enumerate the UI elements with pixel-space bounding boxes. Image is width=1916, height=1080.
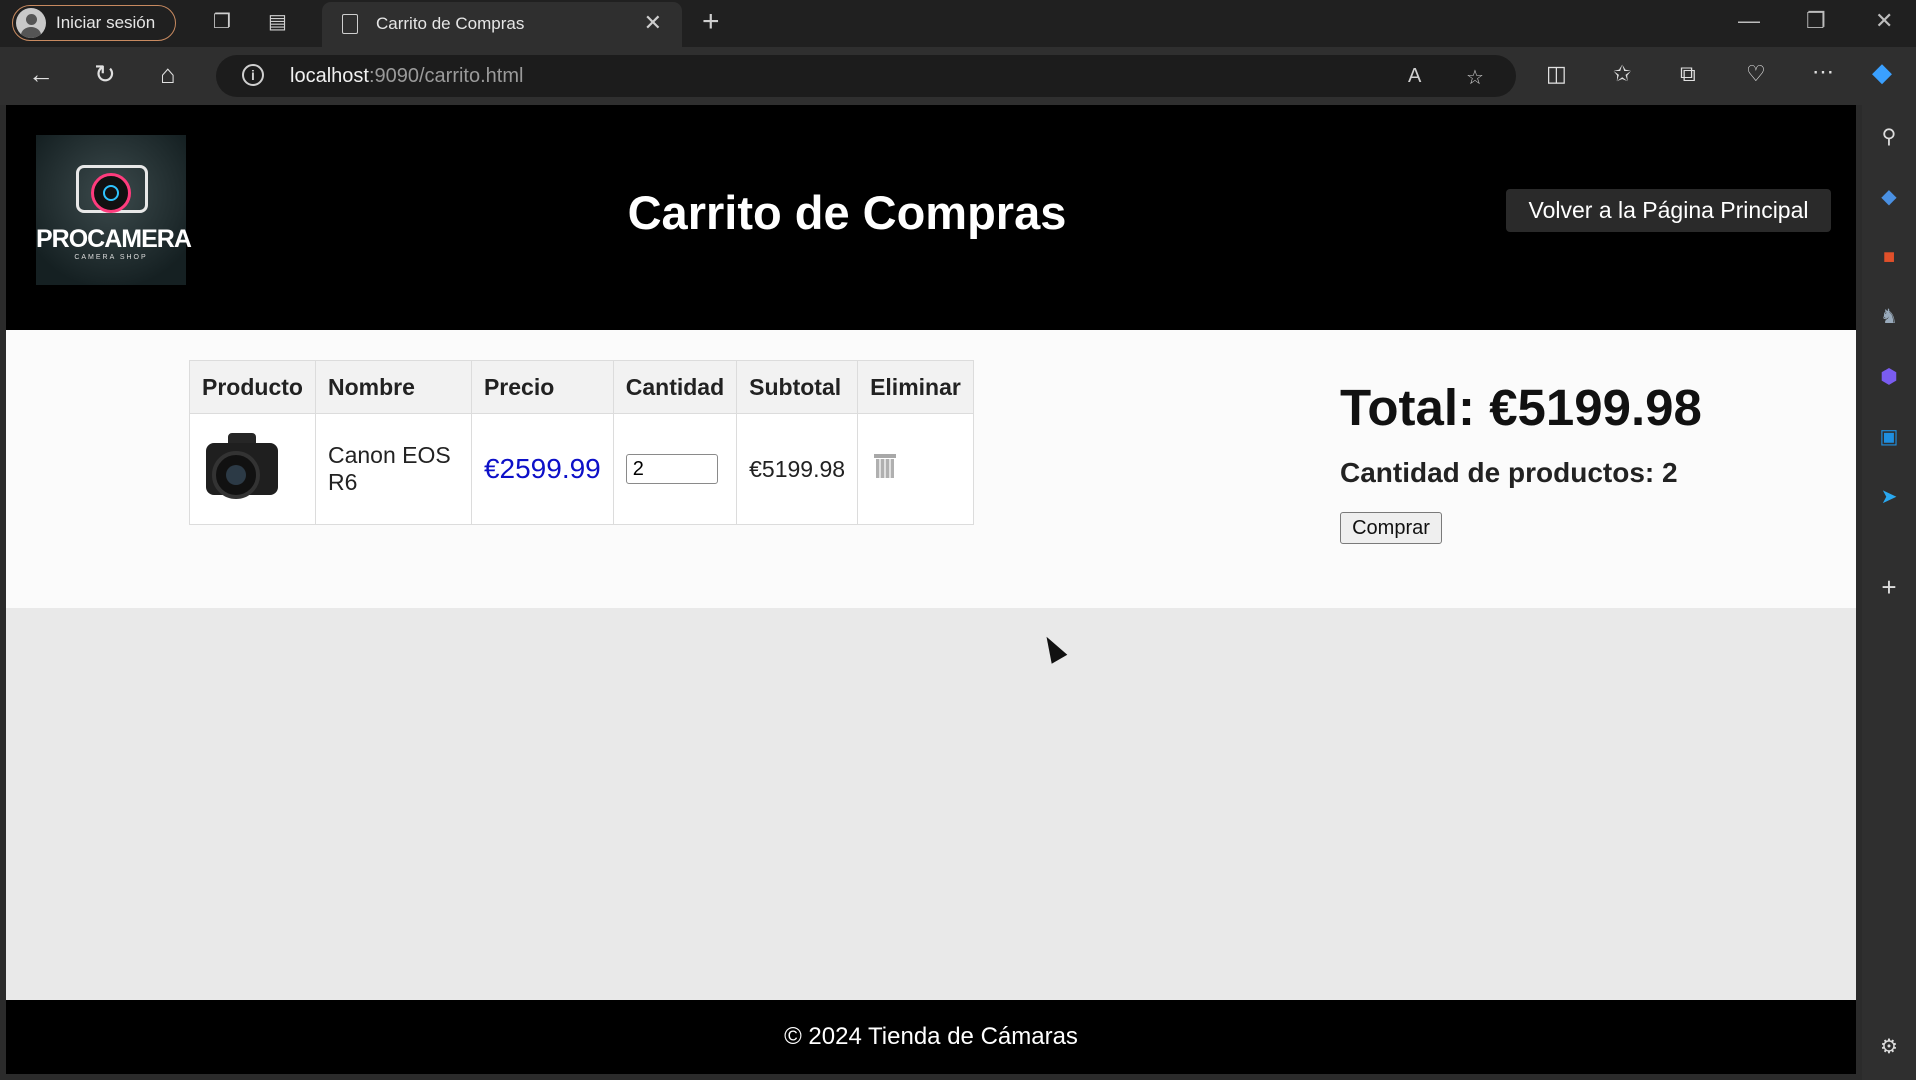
address-bar[interactable]: i localhost:9090/carrito.html A ☆	[216, 55, 1516, 97]
cart-table: Producto Nombre Precio Cantidad Subtotal…	[189, 360, 974, 525]
browser-tab[interactable]: Carrito de Compras ✕	[322, 2, 682, 47]
home-icon[interactable]: ⌂	[160, 59, 176, 90]
column-header-subtotal: Subtotal	[736, 360, 859, 414]
product-count: Cantidad de productos: 2	[1340, 457, 1678, 488]
games-icon[interactable]: ♞	[1877, 305, 1901, 329]
more-menu-icon[interactable]: ⋯	[1812, 59, 1834, 85]
search-icon[interactable]: ⚲	[1877, 125, 1901, 149]
cart-total: Total: €5199.98	[1340, 379, 1702, 436]
outlook-icon[interactable]: ▣	[1877, 425, 1901, 449]
table-row: Canon EOS R6 €2599.99 €5199.98	[189, 413, 974, 525]
delete-cell	[857, 413, 974, 525]
avatar-icon	[16, 8, 46, 38]
camera-product-image	[202, 429, 282, 509]
shopping-tag-icon[interactable]: ◆	[1877, 185, 1901, 209]
window-close-icon[interactable]: ✕	[1875, 8, 1893, 34]
url-text: localhost:9090/carrito.html	[290, 65, 524, 87]
profile-label: Iniciar sesión	[56, 13, 156, 32]
browser-toolbar: ← ↻ ⌂ i localhost:9090/carrito.html A ☆ …	[0, 47, 1916, 105]
site-header: PROCAMERA CAMERA SHOP Carrito de Compras…	[6, 105, 1856, 330]
product-image-cell	[189, 413, 316, 525]
cart-section: Producto Nombre Precio Cantidad Subtotal…	[6, 330, 1856, 608]
column-header-cantidad: Cantidad	[612, 360, 738, 414]
send-icon[interactable]: ➤	[1877, 485, 1901, 509]
back-icon[interactable]: ←	[28, 59, 54, 90]
browser-essentials-icon[interactable]: ♡	[1746, 61, 1766, 87]
favorites-icon[interactable]: ✩	[1613, 61, 1631, 87]
favorite-star-icon[interactable]: ☆	[1466, 65, 1484, 90]
trash-icon[interactable]	[874, 454, 897, 478]
logo-sub-text: CAMERA SHOP	[74, 254, 148, 261]
profile-button[interactable]: Iniciar sesión	[12, 5, 176, 41]
product-price: €2599.99	[470, 413, 614, 525]
split-screen-icon[interactable]: ◫	[1546, 61, 1567, 87]
site-info-icon[interactable]: i	[242, 64, 264, 86]
column-header-eliminar: Eliminar	[857, 360, 974, 414]
tools-icon[interactable]: ■	[1877, 245, 1901, 269]
browser-sidebar: ⚲ ◆ ■ ♞ ⬢ ▣ ➤ + ⚙	[1862, 105, 1916, 1080]
settings-gear-icon[interactable]: ⚙	[1877, 1035, 1901, 1059]
table-header-row: Producto Nombre Precio Cantidad Subtotal…	[189, 360, 974, 414]
page-viewport: PROCAMERA CAMERA SHOP Carrito de Compras…	[6, 105, 1856, 1074]
tab-title: Carrito de Compras	[376, 14, 525, 33]
workspaces-icon[interactable]: ❐	[213, 9, 231, 34]
product-subtotal: €5199.98	[736, 413, 859, 525]
page-icon	[342, 14, 358, 34]
quantity-input[interactable]	[625, 454, 718, 485]
restore-icon[interactable]: ❐	[1806, 8, 1826, 34]
copilot-icon[interactable]: ◆	[1872, 57, 1892, 88]
product-name: Canon EOS R6	[314, 413, 472, 525]
refresh-icon[interactable]: ↻	[94, 59, 116, 90]
tab-actions-icon[interactable]: ▤	[268, 9, 287, 34]
read-aloud-icon[interactable]: A	[1408, 65, 1421, 88]
new-tab-icon[interactable]: +	[702, 5, 720, 39]
page-background	[6, 608, 1856, 1000]
m365-icon[interactable]: ⬢	[1877, 365, 1901, 389]
buy-button[interactable]: Comprar	[1340, 512, 1442, 544]
add-icon[interactable]: +	[1877, 574, 1901, 600]
browser-titlebar: Iniciar sesión ❐ ▤ Carrito de Compras ✕ …	[0, 0, 1916, 47]
close-tab-icon[interactable]: ✕	[644, 10, 662, 36]
collections-icon[interactable]: ⧉	[1680, 61, 1696, 87]
quantity-cell	[612, 413, 738, 525]
column-header-nombre: Nombre	[314, 360, 472, 414]
page-title: Carrito de Compras	[627, 186, 1067, 239]
site-footer: © 2024 Tienda de Cámaras	[6, 1000, 1856, 1074]
column-header-precio: Precio	[470, 360, 614, 414]
column-header-producto: Producto	[189, 360, 316, 414]
minimize-icon[interactable]: —	[1738, 8, 1760, 34]
back-to-home-button[interactable]: Volver a la Página Principal	[1506, 189, 1831, 232]
